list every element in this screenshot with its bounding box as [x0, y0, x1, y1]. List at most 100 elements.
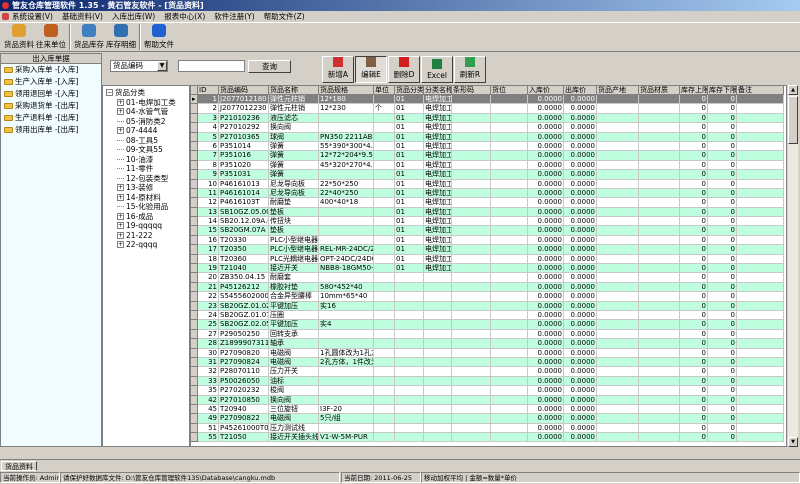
action-button[interactable]: 编辑E [355, 56, 387, 83]
column-header[interactable]: 入库价 [528, 86, 564, 95]
table-row[interactable]: 9 P351031 弹簧 01 电焊加工 0.0000 0.0000 00 [191, 170, 784, 180]
table-row[interactable]: 12 P4616103T 耐磨垫 400*40*18 01 电焊加工 0.0000 0.0… [191, 198, 784, 208]
table-row[interactable]: 7 P351016 弹簧 12*72*204*9.5 01 电焊加工 0.0000 0.0… [191, 151, 784, 161]
column-header[interactable]: 货品编码 [219, 86, 269, 95]
tree-node[interactable]: 09-文具55 [106, 145, 189, 155]
row-indicator[interactable] [191, 226, 198, 236]
table-row[interactable]: 33 P50026050 油标 0.0000 0.0000 00 [191, 376, 784, 387]
action-button[interactable]: 新增A [322, 56, 354, 83]
tree-node[interactable]: 11-零件 [106, 164, 189, 174]
row-indicator[interactable] [191, 264, 198, 274]
table-row[interactable]: 30 P27090820 电磁阀 1孔圆体改为1孔方 0.0000 0.0000 00 [191, 348, 784, 358]
scroll-thumb[interactable] [788, 96, 798, 144]
row-indicator[interactable] [191, 386, 198, 396]
tree-node[interactable]: +22-qqqq [106, 240, 189, 250]
expand-icon[interactable]: + [117, 108, 124, 116]
row-indicator[interactable] [191, 235, 198, 246]
menu-item[interactable]: 入库出库(W) [112, 11, 155, 22]
table-row[interactable]: 22S5455602000004合金异型腰棒10mm*65*40 0.00000… [191, 292, 784, 302]
table-row[interactable]: 18T20360PLC光耦继电器芯OPT-24DC/24DC 01电焊加工 0.… [191, 254, 784, 265]
table-row[interactable]: 5 P27010365 球阀 PN350 2211AB 01 电焊加工 0.0000 0.… [191, 132, 784, 142]
menu-item[interactable]: 帮助文件(Z) [264, 11, 305, 22]
document-list-item[interactable]: 生产退料单 -[出库] [1, 112, 101, 124]
row-indicator[interactable] [191, 273, 198, 283]
tab-goods[interactable]: 货品资料 [1, 461, 37, 471]
table-row[interactable]: 28 Z18999073110 轴承 0.0000 0.0000 00 [191, 339, 784, 349]
expand-icon[interactable]: + [117, 231, 124, 239]
row-indicator[interactable] [191, 367, 198, 377]
table-row[interactable]: 4 P27010292 换向阀 01 电焊加工 0.0000 0.0000 00 [191, 123, 784, 133]
table-row[interactable]: 19T21040接近开关NBB8-18GM50-E2-V 01电焊加工 0.00… [191, 264, 784, 274]
row-indicator[interactable] [191, 404, 198, 415]
toolbar-button[interactable]: 帮助文件 [143, 23, 175, 52]
toolbar-button[interactable]: 货品资料 [3, 23, 35, 52]
query-button[interactable]: 查询 [248, 60, 291, 73]
scroll-down-icon[interactable]: ▼ [788, 437, 798, 447]
row-indicator[interactable] [191, 104, 198, 114]
row-indicator[interactable] [191, 160, 198, 171]
tree-node[interactable]: +21-222 [106, 231, 189, 241]
tree-node[interactable]: +13-装修 [106, 183, 189, 193]
row-indicator[interactable] [191, 301, 198, 311]
row-indicator[interactable] [191, 217, 198, 227]
tree-root[interactable]: − 货品分类 [106, 88, 189, 98]
table-row[interactable]: 32 P28070110 压力开关 0.0000 0.0000 00 [191, 367, 784, 377]
column-header[interactable]: 库存下限 [708, 86, 737, 95]
table-row[interactable]: 3 P21010236 液压滤芯 01 电焊加工 0.0000 0.0000 00 [191, 113, 784, 124]
row-indicator[interactable] [191, 423, 198, 434]
collapse-icon[interactable]: − [106, 89, 113, 97]
row-indicator[interactable] [191, 132, 198, 142]
column-header[interactable]: 货品材质 [639, 86, 680, 95]
row-indicator[interactable] [191, 310, 198, 321]
table-row[interactable]: ▸ 1 J2077012180 弹性元柱销 12*180 01 电焊加工 0.0000 0.… [191, 95, 784, 105]
expand-icon[interactable]: + [117, 184, 124, 192]
expand-icon[interactable]: + [117, 222, 124, 230]
row-indicator[interactable] [191, 348, 198, 358]
table-row[interactable]: 17T20350PLC小型继电器芯REL-MR-24DC/21 01电焊加工 0… [191, 245, 784, 255]
tree-node[interactable]: +04-水管气管 [106, 107, 189, 117]
menu-item[interactable]: 软件注册(Y) [214, 11, 254, 22]
row-indicator[interactable] [191, 357, 198, 368]
column-header[interactable]: ID [198, 86, 219, 95]
document-list-item[interactable]: 采购退货单 -[出库] [1, 100, 101, 112]
expand-icon[interactable]: + [117, 98, 124, 106]
menu-item[interactable]: 基础资料(V) [62, 11, 103, 22]
action-button[interactable]: 删除D [388, 56, 420, 83]
table-row[interactable]: 6 P351014 弹簧 55*390*300*4.5 01 电焊加工 0.0000 0.… [191, 141, 784, 152]
row-indicator[interactable] [191, 339, 198, 349]
document-list-item[interactable]: 采购入库单 -[入库] [1, 64, 101, 76]
vertical-scrollbar[interactable]: ▲ ▼ [787, 85, 798, 447]
expand-icon[interactable]: + [117, 127, 124, 135]
table-row[interactable]: 8 P351020 弹簧 45*320*270*4.5 01 电焊加工 0.0000 0.… [191, 160, 784, 171]
table-row[interactable]: 10 P46161013 尼龙导向板 22*50*250 01 电焊加工 0.0000 0… [191, 179, 784, 189]
row-indicator[interactable] [191, 113, 198, 124]
app-menu-icon[interactable] [2, 13, 9, 20]
document-list-item[interactable]: 领用出库单 -[出库] [1, 124, 101, 136]
tree-node[interactable]: 05-消防类2 [106, 117, 189, 127]
column-header[interactable]: 条形码 [452, 86, 491, 95]
table-row[interactable]: 16 T20330 PLC小型继电器 01 电焊加工 0.0000 0.0000 00 [191, 235, 784, 246]
column-header[interactable]: 库存上限 [680, 86, 708, 95]
row-indicator[interactable] [191, 245, 198, 255]
column-header[interactable]: 货品规格 [319, 86, 374, 95]
column-header[interactable]: 货位 [491, 86, 528, 95]
tree-node[interactable]: +01-电焊加工类 [106, 98, 189, 108]
document-list-item[interactable]: 生产入库单 -[入库] [1, 76, 101, 88]
table-row[interactable]: 31 P27090824 电磁阀 2孔方体，1件改为 0.0000 0.0000 00 [191, 357, 784, 368]
menu-item[interactable]: 系统设置(V) [12, 11, 53, 22]
tree-node[interactable]: 08-工具5 [106, 136, 189, 146]
column-header[interactable]: 货品分类 [395, 86, 424, 95]
row-indicator[interactable] [191, 292, 198, 302]
row-indicator[interactable] [191, 414, 198, 424]
row-indicator[interactable] [191, 151, 198, 161]
table-row[interactable]: 45 T20940 三位旋钮 I3F-20 0.0000 0.0000 00 [191, 404, 784, 415]
row-indicator[interactable] [191, 254, 198, 265]
tree-node[interactable]: 10-油漆 [106, 155, 189, 165]
table-row[interactable]: 11 P46161014 尼龙导向板 22*40*250 01 电焊加工 0.0000 0… [191, 188, 784, 199]
row-indicator[interactable] [191, 123, 198, 133]
table-row[interactable]: 20 ZB350.04.15 耐磨套 0.0000 0.0000 00 [191, 273, 784, 283]
table-row[interactable]: 51 P45261000T0 压力测试线 0.0000 0.0000 00 [191, 423, 784, 434]
table-row[interactable]: 49 P27090822 电磁阀 5只/组 0.0000 0.0000 00 [191, 414, 784, 424]
table-row[interactable]: 35 P27020232 梭阀 0.0000 0.0000 00 [191, 386, 784, 396]
tree-node[interactable]: +07-4444 [106, 126, 189, 136]
